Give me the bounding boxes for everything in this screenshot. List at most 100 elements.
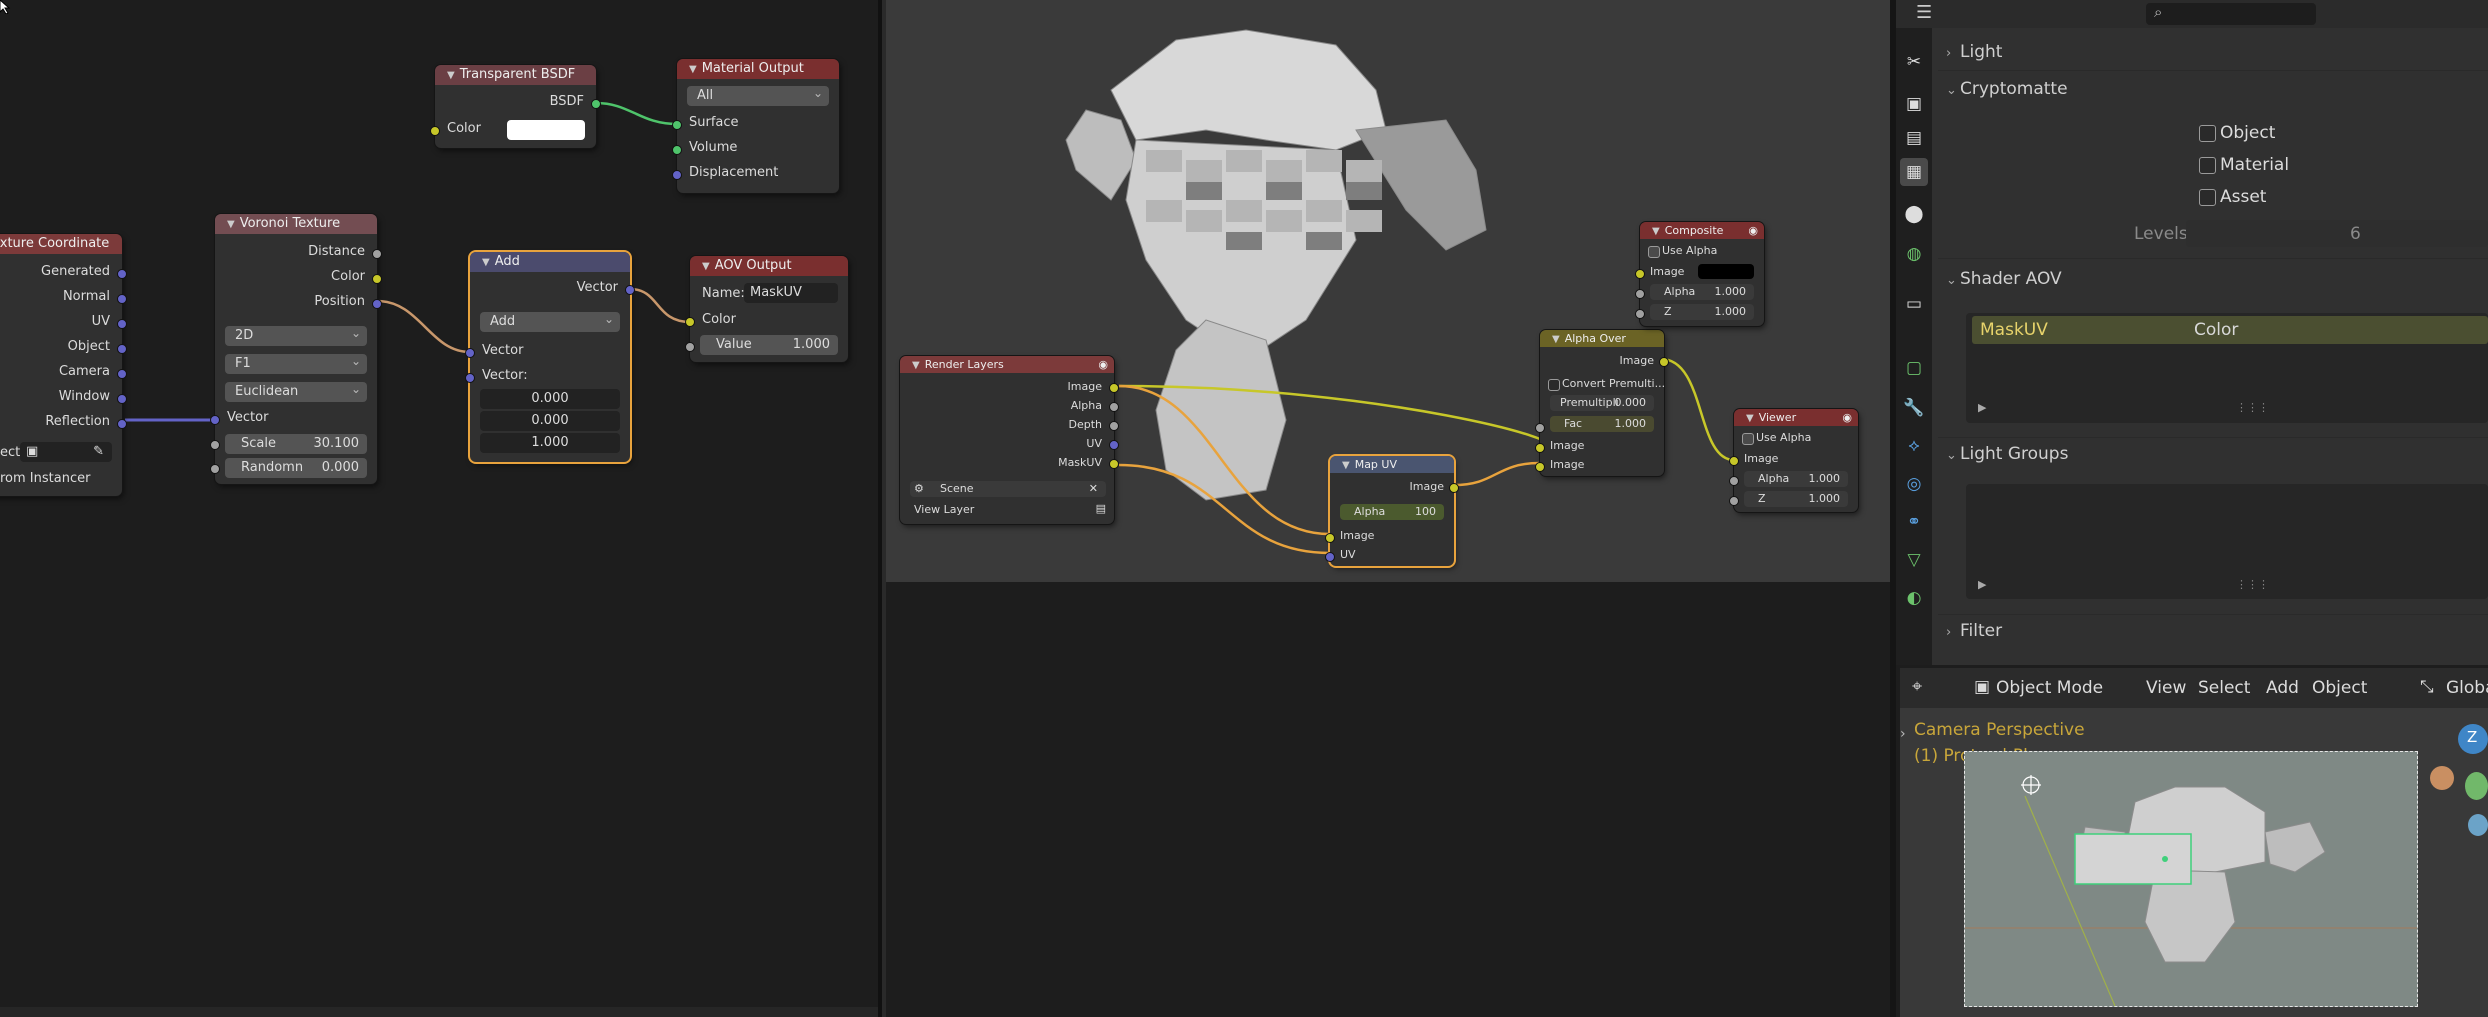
socket[interactable] bbox=[1109, 421, 1119, 431]
socket[interactable] bbox=[1325, 533, 1335, 543]
socket[interactable] bbox=[1659, 357, 1669, 367]
socket[interactable] bbox=[372, 299, 382, 309]
list-expand-icon[interactable]: ▶ bbox=[1978, 401, 1986, 414]
transform-orientation-icon[interactable]: ⤡ bbox=[2420, 677, 2434, 697]
transparent-bsdf-node[interactable]: ▼ Transparent BSDF BSDF Color bbox=[430, 65, 601, 148]
socket[interactable] bbox=[1729, 456, 1739, 466]
vector-z-field[interactable]: 1.000 bbox=[480, 433, 620, 453]
vector-y-field[interactable]: 0.000 bbox=[480, 411, 620, 431]
shader-aov-panel-header[interactable]: ⌄ Shader AOV bbox=[1946, 269, 2062, 289]
object-tab-icon[interactable]: ▢ bbox=[1900, 354, 1928, 382]
alpha-field[interactable]: Alpha 1.000 bbox=[1650, 284, 1754, 300]
constraints-tab-icon[interactable]: ⚭ bbox=[1900, 508, 1928, 536]
node-header[interactable]: ▼ Material Output bbox=[677, 59, 839, 79]
composite-node[interactable]: ▼ Composite ◉ Use Alpha Image Alpha 1.000 Z… bbox=[1635, 222, 1764, 326]
socket[interactable] bbox=[672, 120, 682, 130]
collapse-chevron-icon[interactable]: ▼ bbox=[702, 257, 710, 277]
socket[interactable] bbox=[117, 394, 127, 404]
socket[interactable] bbox=[1635, 309, 1645, 319]
operation-dropdown[interactable]: Add bbox=[480, 309, 620, 332]
render-layers-node[interactable]: ▼ Render Layers ◉ Image Alpha Depth UV Ma… bbox=[900, 356, 1119, 524]
object-menu[interactable]: Object bbox=[2312, 678, 2367, 698]
node-header[interactable]: ▼ Render Layers ◉ bbox=[900, 356, 1114, 373]
node-header[interactable]: ▼ Add bbox=[470, 252, 630, 272]
socket[interactable] bbox=[1535, 423, 1545, 433]
eyedropper-icon[interactable]: ✎ bbox=[93, 442, 104, 462]
color-swatch[interactable] bbox=[507, 120, 585, 140]
scene-tab-icon[interactable]: ⬤ bbox=[1900, 200, 1928, 228]
z-field[interactable]: Z 1.000 bbox=[1744, 491, 1848, 507]
collapse-chevron-icon[interactable]: ▼ bbox=[482, 253, 490, 273]
z-field[interactable]: Z 1.000 bbox=[1650, 304, 1754, 320]
value-field[interactable]: Value 1.000 bbox=[700, 335, 838, 355]
use-alpha-checkbox[interactable] bbox=[1742, 433, 1754, 445]
navigation-gizmo-x-axis[interactable] bbox=[2430, 766, 2454, 790]
socket[interactable] bbox=[685, 342, 695, 352]
socket[interactable] bbox=[117, 344, 127, 354]
socket[interactable] bbox=[685, 317, 695, 327]
list-expand-icon[interactable]: ▶ bbox=[1978, 578, 1986, 591]
node-header[interactable]: ▼ Map UV bbox=[1330, 456, 1454, 473]
socket[interactable] bbox=[117, 319, 127, 329]
alpha-field[interactable]: Alpha 100 bbox=[1340, 504, 1444, 520]
scene-selector[interactable]: ⚙ Scene ✕ bbox=[910, 481, 1106, 497]
socket[interactable] bbox=[372, 274, 382, 284]
node-header[interactable]: ▼ Alpha Over bbox=[1540, 330, 1664, 347]
close-icon[interactable]: ✕ bbox=[1089, 481, 1098, 497]
convert-premultiplied-checkbox[interactable] bbox=[1548, 379, 1560, 391]
socket[interactable] bbox=[210, 440, 220, 450]
3d-viewport[interactable]: ⌖ ▣ Object Mode View Select Add Object ⤡… bbox=[1900, 668, 2488, 1017]
fac-field[interactable]: Fac 1.000 bbox=[1550, 416, 1654, 432]
socket[interactable] bbox=[210, 464, 220, 474]
randomness-field[interactable]: Randomn 0.000 bbox=[225, 458, 367, 478]
target-dropdown[interactable]: All bbox=[687, 83, 829, 106]
material-output-node[interactable]: ▼ Material Output All Surface Volume Disp… bbox=[672, 59, 839, 193]
collapse-chevron-icon[interactable]: ▼ bbox=[1552, 331, 1560, 348]
light-panel-header[interactable]: › Light bbox=[1946, 42, 2002, 62]
dimensions-dropdown[interactable]: 2D bbox=[225, 323, 367, 346]
socket[interactable] bbox=[117, 294, 127, 304]
transform-orientation-dropdown[interactable]: Globa bbox=[2446, 678, 2488, 698]
particles-tab-icon[interactable]: ⟡ bbox=[1900, 432, 1928, 460]
mode-dropdown[interactable]: ▣ Object Mode bbox=[1968, 674, 2118, 702]
node-header[interactable]: ▼ Transparent BSDF bbox=[435, 65, 596, 85]
socket[interactable] bbox=[430, 126, 440, 136]
tool-tab-icon[interactable]: ✂ bbox=[1900, 48, 1928, 76]
navigation-gizmo-z-axis[interactable]: Z bbox=[2458, 724, 2488, 754]
socket[interactable] bbox=[672, 170, 682, 180]
socket[interactable] bbox=[672, 145, 682, 155]
socket[interactable] bbox=[1535, 443, 1545, 453]
aov-list-item[interactable]: MaskUV Color bbox=[1972, 316, 2488, 344]
editor-type-icon[interactable]: ☰ bbox=[1916, 2, 1932, 23]
collapse-chevron-icon[interactable]: ▼ bbox=[1652, 223, 1660, 240]
vector-x-field[interactable]: 0.000 bbox=[480, 389, 620, 409]
world-tab-icon[interactable]: ◍ bbox=[1900, 240, 1928, 268]
add-menu[interactable]: Add bbox=[2266, 678, 2299, 698]
aov-list[interactable]: MaskUV Color ▶ ⋮⋮⋮ bbox=[1966, 313, 2488, 423]
material-tab-icon[interactable]: ◐ bbox=[1900, 584, 1928, 612]
physics-tab-icon[interactable]: ◎ bbox=[1900, 470, 1928, 498]
socket[interactable] bbox=[1635, 269, 1645, 279]
view-layer-icon[interactable]: ▤ bbox=[1096, 502, 1106, 515]
properties-editor[interactable]: ☰ ⌕ ✂ ▣ ▤ ▦ ⬤ ◍ ▭ ▢ 🔧 ⟡ ◎ ⚭ ▽ ◐ › Light ⌄… bbox=[1896, 0, 2488, 665]
premultiplied-field[interactable]: Premultipli 0.000 bbox=[1550, 395, 1654, 411]
socket[interactable] bbox=[1109, 459, 1119, 469]
collection-tab-icon[interactable]: ▭ bbox=[1900, 290, 1928, 318]
data-tab-icon[interactable]: ▽ bbox=[1900, 546, 1928, 574]
socket[interactable] bbox=[372, 249, 382, 259]
socket[interactable] bbox=[1449, 483, 1459, 493]
crypto-object-checkbox[interactable] bbox=[2199, 125, 2216, 142]
search-input[interactable]: ⌕ bbox=[2146, 3, 2316, 25]
collapse-chevron-icon[interactable]: ▼ bbox=[1342, 457, 1350, 474]
node-header[interactable]: ▼ Composite ◉ bbox=[1640, 222, 1764, 239]
viewer-node[interactable]: ▼ Viewer ◉ Use Alpha Image Alpha 1.000 Z 1.0… bbox=[1729, 409, 1858, 512]
metric-dropdown[interactable]: Euclidean bbox=[225, 379, 367, 402]
horizontal-scrollbar[interactable] bbox=[0, 1007, 878, 1017]
collapse-chevron-icon[interactable]: ▼ bbox=[912, 357, 920, 374]
compositor-node-editor[interactable]: ▼ Render Layers ◉ Image Alpha Depth UV Ma… bbox=[886, 0, 1890, 1017]
crypto-material-checkbox[interactable] bbox=[2199, 157, 2216, 174]
socket[interactable] bbox=[117, 369, 127, 379]
render-icon[interactable]: ◉ bbox=[1748, 222, 1758, 239]
socket[interactable] bbox=[591, 99, 601, 109]
node-header[interactable]: exture Coordinate bbox=[0, 234, 122, 254]
